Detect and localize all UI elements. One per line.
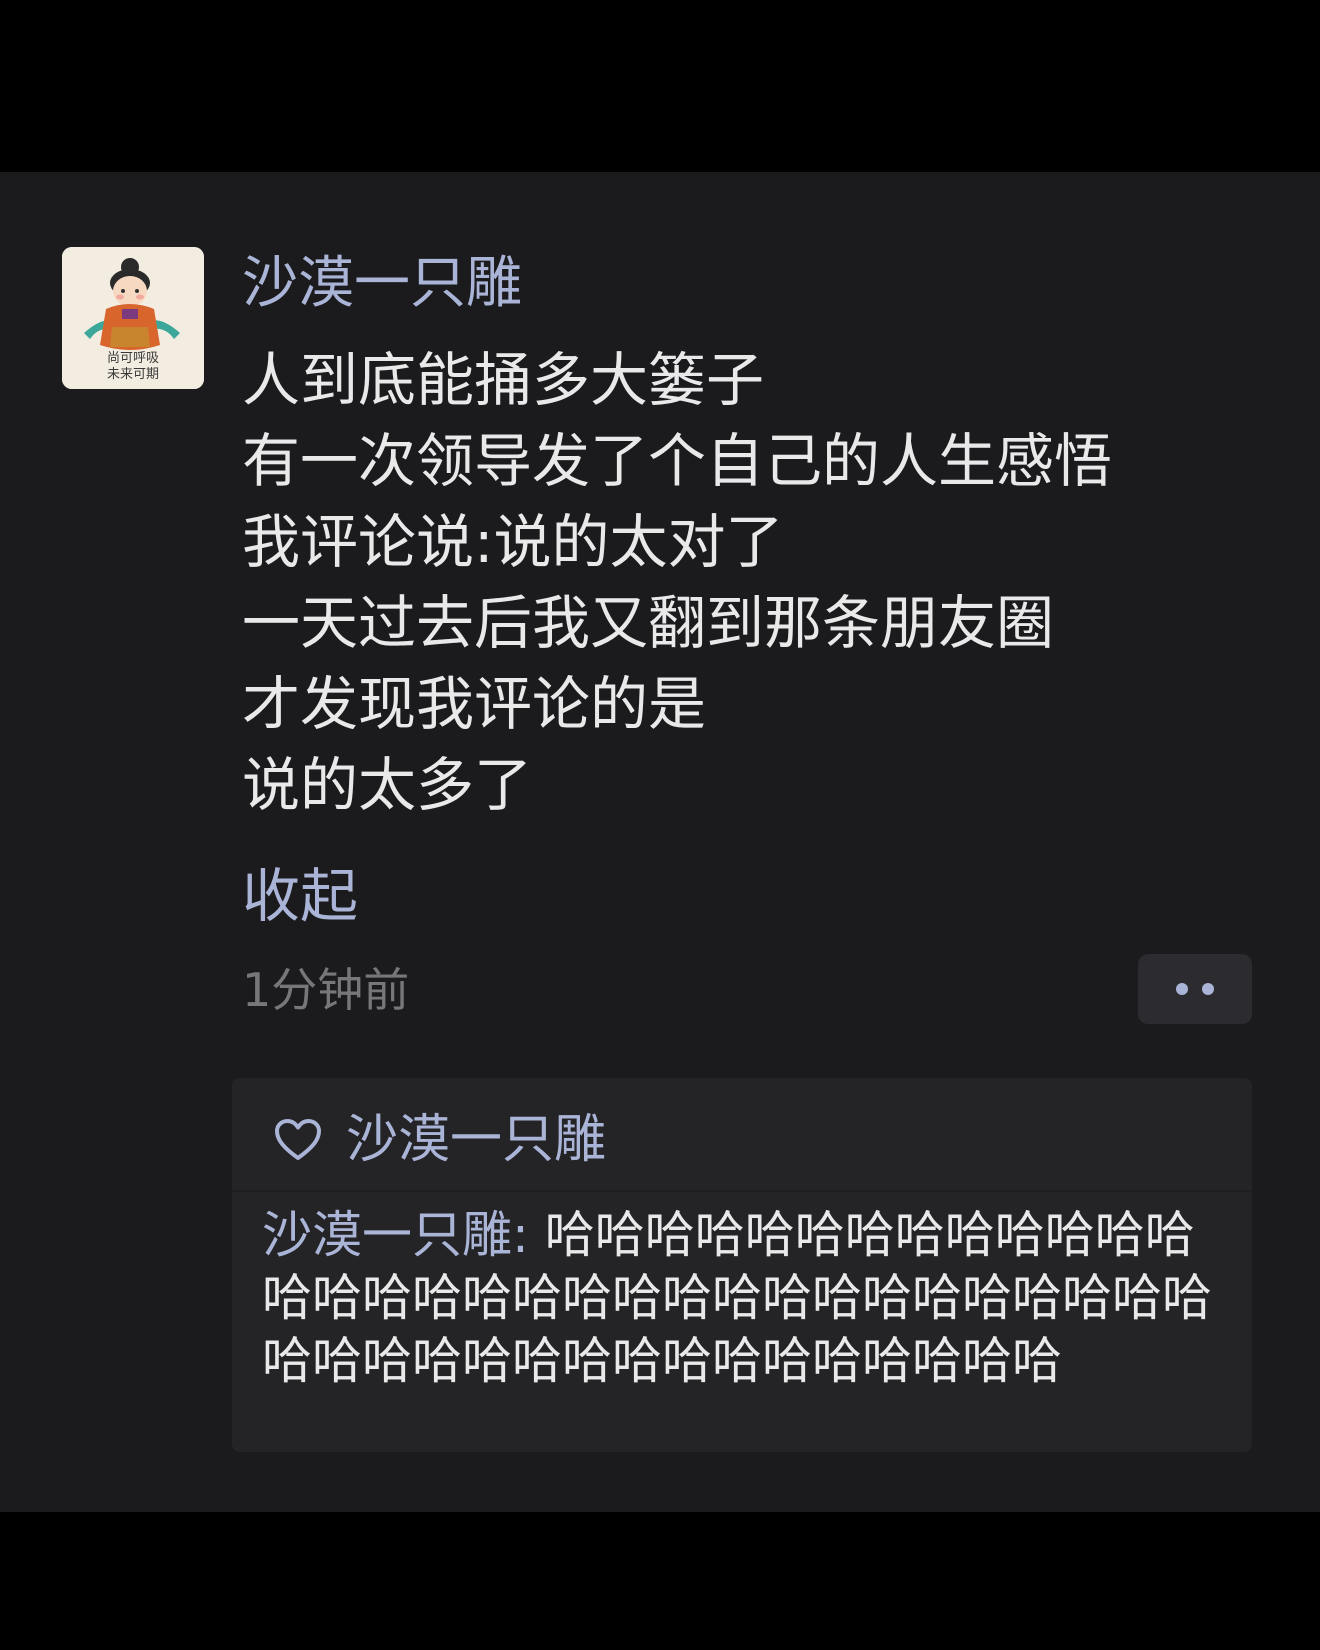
post-line: 人到底能捅多大篓子 [242,346,765,414]
divider [232,1190,1252,1192]
top-black-bar [0,0,1320,172]
like-name[interactable]: 沙漠一只雕 [346,1108,606,1172]
more-dot-icon [1202,983,1214,995]
avatar-caption-line1: 尚可呼吸 [106,351,159,366]
post-line: 说的太多了 [242,751,533,819]
avatar-caption: 尚可呼吸 未来可期 [62,351,204,383]
more-actions-button[interactable] [1138,954,1252,1024]
post-username[interactable]: 沙漠一只雕 [242,250,522,318]
post-line: 一天过去后我又翻到那条朋友圈 [242,589,1055,657]
comment-author[interactable]: 沙漠一只雕 [262,1206,512,1264]
post-line: 有一次领导发了个自己的人生感悟 [242,427,1113,495]
post-timestamp: 1分钟前 [242,963,410,1017]
avatar-caption-line2: 未来可期 [106,367,159,382]
interactions-panel: 沙漠一只雕 沙漠一只雕: 哈哈哈哈哈哈哈哈哈哈哈哈哈哈哈哈哈哈哈哈哈哈哈哈哈哈哈… [232,1078,1252,1452]
comment[interactable]: 沙漠一只雕: 哈哈哈哈哈哈哈哈哈哈哈哈哈哈哈哈哈哈哈哈哈哈哈哈哈哈哈哈哈哈哈哈哈… [262,1204,1222,1393]
post-content: 人到底能捅多大篓子 有一次领导发了个自己的人生感悟 我评论说:说的太对了 一天过… [242,340,1262,826]
post-line: 我评论说:说的太对了 [242,508,784,576]
avatar[interactable]: 尚可呼吸 未来可期 [62,247,204,389]
likes-row: 沙漠一只雕 [274,1094,606,1186]
post-line: 才发现我评论的是 [242,670,707,738]
collapse-link[interactable]: 收起 [242,858,358,934]
bottom-black-bar [0,1512,1320,1650]
more-dot-icon [1176,983,1188,995]
comment-separator: : [512,1206,545,1264]
heart-icon [275,1119,321,1160]
